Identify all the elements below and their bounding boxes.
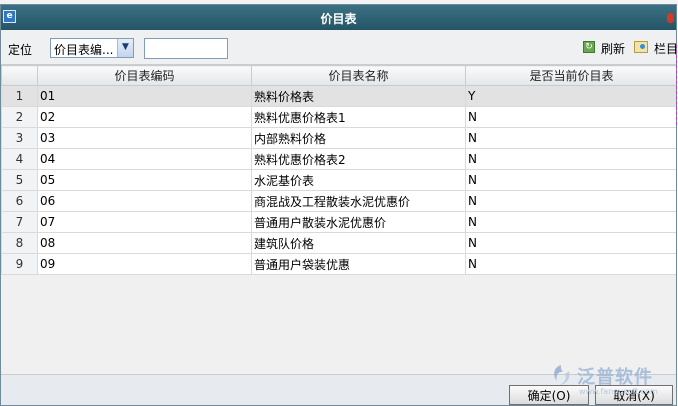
row-number: 1 [1, 85, 38, 107]
locate-field-select[interactable]: 价目表编... ▼ [50, 38, 134, 58]
row-number: 3 [1, 127, 38, 149]
close-icon[interactable] [667, 13, 674, 23]
cell-name[interactable]: 内部熟料价格 [251, 127, 466, 149]
table-row[interactable]: 4 04 熟料优惠价格表2 N [1, 148, 676, 170]
cell-current[interactable]: N [465, 148, 676, 170]
cell-current[interactable]: N [465, 211, 676, 233]
row-number: 4 [1, 148, 38, 170]
cell-code[interactable]: 03 [37, 127, 252, 149]
cell-name[interactable]: 普通用户袋装优惠 [251, 253, 466, 275]
cell-current[interactable]: Y [465, 85, 676, 107]
cell-name[interactable]: 水泥基价表 [251, 169, 466, 191]
columns-label: 栏目 [654, 42, 677, 56]
cell-name[interactable]: 熟料优惠价格表2 [251, 148, 466, 170]
locate-label: 定位 [8, 43, 33, 57]
locate-search-input[interactable] [144, 38, 228, 59]
cell-name[interactable]: 普通用户散装水泥优惠价 [251, 211, 466, 233]
row-number: 7 [1, 211, 38, 233]
table-row[interactable]: 6 06 商混战及工程散装水泥优惠价 N [1, 190, 676, 212]
column-header-code[interactable]: 价目表编码 [37, 65, 252, 86]
row-number: 2 [1, 106, 38, 128]
cell-current[interactable]: N [465, 127, 676, 149]
refresh-label: 刷新 [601, 42, 626, 56]
title-bar[interactable]: e 价目表 [1, 5, 676, 30]
cell-code[interactable]: 09 [37, 253, 252, 275]
columns-icon [634, 41, 648, 53]
table-row[interactable]: 9 09 普通用户袋装优惠 N [1, 253, 676, 275]
table-row[interactable]: 5 05 水泥基价表 N [1, 169, 676, 191]
dialog-title: 价目表 [320, 12, 357, 26]
cell-code[interactable]: 06 [37, 190, 252, 212]
table-row[interactable]: 3 03 内部熟料价格 N [1, 127, 676, 149]
toolbar: 定位 价目表编... ▼ ↻ 刷新 栏目 [1, 30, 676, 65]
cell-current[interactable]: N [465, 253, 676, 275]
table-row[interactable]: 7 07 普通用户散装水泥优惠价 N [1, 211, 676, 233]
table-row[interactable]: 2 02 熟料优惠价格表1 N [1, 106, 676, 128]
chevron-down-icon[interactable]: ▼ [117, 39, 133, 57]
row-number: 5 [1, 169, 38, 191]
row-number-header [1, 65, 38, 86]
refresh-icon: ↻ [583, 41, 595, 53]
cell-name[interactable]: 商混战及工程散装水泥优惠价 [251, 190, 466, 212]
price-list-table: 价目表编码 价目表名称 是否当前价目表 1 01 熟料价格表 Y 2 02 熟料… [1, 65, 676, 275]
cell-code[interactable]: 04 [37, 148, 252, 170]
cell-current[interactable]: N [465, 169, 676, 191]
cell-name[interactable]: 熟料价格表 [251, 85, 466, 107]
cell-code[interactable]: 08 [37, 232, 252, 254]
cell-code[interactable]: 01 [37, 85, 252, 107]
row-number: 8 [1, 232, 38, 254]
cell-name[interactable]: 熟料优惠价格表1 [251, 106, 466, 128]
row-number: 6 [1, 190, 38, 212]
cell-code[interactable]: 05 [37, 169, 252, 191]
row-number: 9 [1, 253, 38, 275]
cell-current[interactable]: N [465, 232, 676, 254]
column-header-current[interactable]: 是否当前价目表 [465, 65, 676, 86]
cancel-button[interactable]: 取消(X) [595, 385, 673, 405]
cell-current[interactable]: N [465, 106, 676, 128]
column-header-name[interactable]: 价目表名称 [251, 65, 466, 86]
dialog-footer: 确定(O) 取消(X) [1, 374, 676, 405]
locate-select-value: 价目表编... [54, 43, 114, 57]
cell-name[interactable]: 建筑队价格 [251, 232, 466, 254]
table-row[interactable]: 8 08 建筑队价格 N [1, 232, 676, 254]
cell-code[interactable]: 02 [37, 106, 252, 128]
price-list-dialog: e 价目表 定位 价目表编... ▼ ↻ 刷新 栏目 价目表编码 价目表名称 是… [0, 4, 677, 406]
cell-current[interactable]: N [465, 190, 676, 212]
cell-code[interactable]: 07 [37, 211, 252, 233]
table-row[interactable]: 1 01 熟料价格表 Y [1, 85, 676, 107]
ok-button[interactable]: 确定(O) [509, 385, 589, 405]
table-header-row: 价目表编码 价目表名称 是否当前价目表 [1, 65, 676, 86]
